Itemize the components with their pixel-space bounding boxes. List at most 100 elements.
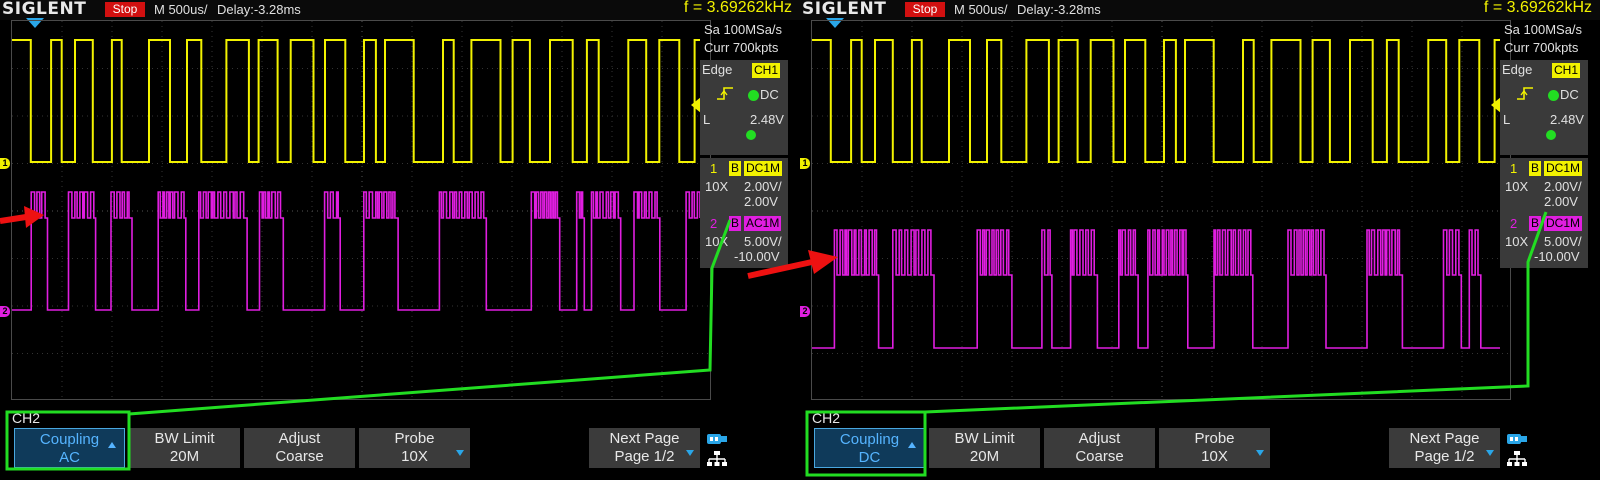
info-panel: Sa 100MSa/s Curr 700kpts Edge CH1 DC L 2…	[1500, 20, 1600, 270]
memory-depth: Curr 700kpts	[1504, 40, 1579, 55]
waveform-area	[12, 39, 700, 311]
coupling-button[interactable]: Coupling DC	[814, 428, 925, 468]
bw-limit-button[interactable]: BW Limit 20M	[129, 428, 240, 468]
timebase-readout[interactable]: M 500us/	[954, 2, 1007, 17]
probe-label: Probe	[394, 430, 435, 447]
ch1-bw-flag: B	[729, 161, 742, 176]
usb-icon	[707, 434, 727, 444]
ch2-info-box[interactable]: 2 B DC1M 10X 5.00V/ -10.00V	[1500, 213, 1588, 268]
dropdown-arrow-icon	[686, 450, 694, 456]
trigger-type: Edge	[1502, 62, 1533, 77]
menu-title: CH2	[12, 410, 41, 426]
trigger-box[interactable]: Edge CH1 DC L 2.48V	[1500, 60, 1588, 155]
frequency-readout: f = 3.69262kHz	[1483, 0, 1592, 16]
next-page-label: Next Page	[1409, 430, 1480, 447]
ch1-info-box[interactable]: 1 B DC1M 10X 2.00V/ 2.00V	[700, 158, 788, 213]
timebase-readout[interactable]: M 500us/	[154, 2, 207, 17]
ch2-scale: 5.00V/	[744, 234, 782, 249]
network-icon	[707, 451, 727, 466]
ch1-scale: 2.00V/	[1544, 179, 1582, 194]
coupling-value: DC	[858, 449, 881, 466]
run-status-badge[interactable]: Stop	[105, 2, 145, 17]
scope-screen-left: SIGLENT Stop M 500us/ Delay:-3.28ms f = …	[0, 0, 800, 480]
ch2-bw-flag: B	[1529, 216, 1542, 231]
brand-logo: SIGLENT	[2, 0, 87, 19]
next-page-value: Page 1/2	[1414, 448, 1475, 465]
trigger-level-label: L	[703, 112, 711, 127]
ch2-offset: -10.00V	[1534, 249, 1580, 264]
trigger-coupling-dot	[1548, 90, 1559, 101]
ch2-number: 2	[1510, 216, 1518, 231]
ch2-marker[interactable]: 2	[0, 306, 10, 317]
trigger-source: CH1	[1552, 63, 1581, 78]
ch1-number: 1	[1510, 161, 1518, 176]
trigger-coupling: DC	[1560, 87, 1579, 102]
trigger-source: CH1	[752, 63, 781, 78]
adjust-label: Adjust	[1078, 430, 1121, 447]
ch1-waveform	[812, 39, 1500, 163]
sample-rate: Sa 100MSa/s	[704, 22, 783, 37]
ch1-probe: 10X	[1505, 179, 1529, 194]
next-page-button[interactable]: Next Page Page 1/2	[1389, 428, 1500, 468]
waveform-area	[812, 39, 1500, 349]
adjust-value: Coarse	[1075, 448, 1124, 465]
trigger-level-label: L	[1503, 112, 1511, 127]
adjust-value: Coarse	[275, 448, 324, 465]
trigger-level-dot	[746, 130, 756, 140]
cycle-up-icon	[108, 442, 116, 448]
sample-rate: Sa 100MSa/s	[1504, 22, 1583, 37]
ch1-info-box[interactable]: 1 B DC1M 10X 2.00V/ 2.00V	[1500, 158, 1588, 213]
network-icon	[1507, 451, 1527, 466]
info-panel: Sa 100MSa/s Curr 700kpts Edge CH1 DC L 2…	[700, 20, 800, 270]
probe-label: Probe	[1194, 430, 1235, 447]
delay-readout[interactable]: Delay:-3.28ms	[1017, 2, 1101, 17]
probe-button[interactable]: Probe 10X	[359, 428, 470, 468]
status-bar: SIGLENT Stop M 500us/ Delay:-3.28ms f = …	[0, 0, 800, 20]
cycle-up-icon	[908, 442, 916, 448]
ch2-info-box[interactable]: 2 B AC1M 10X 5.00V/ -10.00V	[700, 213, 788, 268]
ch2-waveform	[12, 191, 700, 311]
bw-limit-button[interactable]: BW Limit 20M	[929, 428, 1040, 468]
ch1-coupling: DC1M	[744, 161, 783, 176]
ch2-coupling: DC1M	[1544, 216, 1583, 231]
ch1-marker[interactable]: 1	[800, 158, 810, 169]
trigger-box[interactable]: Edge CH1 DC L 2.48V	[700, 60, 788, 155]
bw-limit-value: 20M	[969, 448, 1000, 465]
ch2-probe: 10X	[705, 234, 729, 249]
adjust-label: Adjust	[278, 430, 321, 447]
status-bar: SIGLENT Stop M 500us/ Delay:-3.28ms f = …	[800, 0, 1600, 20]
coupling-value: AC	[59, 449, 80, 466]
ch1-bw-flag: B	[1529, 161, 1542, 176]
ch1-probe: 10X	[705, 179, 729, 194]
probe-value: 10X	[401, 448, 428, 465]
coupling-button[interactable]: Coupling AC	[14, 428, 125, 468]
next-page-button[interactable]: Next Page Page 1/2	[589, 428, 700, 468]
ch2-waveform	[812, 229, 1500, 349]
ch2-marker[interactable]: 2	[800, 306, 810, 317]
dropdown-arrow-icon	[456, 450, 464, 456]
ch1-marker[interactable]: 1	[0, 158, 10, 169]
probe-button[interactable]: Probe 10X	[1159, 428, 1270, 468]
bw-limit-label: BW Limit	[954, 430, 1015, 447]
ch1-number: 1	[710, 161, 718, 176]
ch1-scale: 2.00V/	[744, 179, 782, 194]
adjust-button[interactable]: Adjust Coarse	[1044, 428, 1155, 468]
bw-limit-value: 20M	[169, 448, 200, 465]
trigger-type: Edge	[702, 62, 733, 77]
trigger-coupling: DC	[760, 87, 779, 102]
ch1-waveform	[12, 39, 700, 163]
adjust-button[interactable]: Adjust Coarse	[244, 428, 355, 468]
trigger-level-dot	[1546, 130, 1556, 140]
dropdown-arrow-icon	[1256, 450, 1264, 456]
ch2-scale: 5.00V/	[1544, 234, 1582, 249]
ch2-offset: -10.00V	[734, 249, 780, 264]
trigger-coupling-dot	[748, 90, 759, 101]
run-status-badge[interactable]: Stop	[905, 2, 945, 17]
usb-icon	[1507, 434, 1527, 444]
ch2-coupling: AC1M	[744, 216, 782, 231]
probe-value: 10X	[1201, 448, 1228, 465]
delay-readout[interactable]: Delay:-3.28ms	[217, 2, 301, 17]
ch2-bw-flag: B	[729, 216, 742, 231]
menu-title: CH2	[812, 410, 841, 426]
dropdown-arrow-icon	[1486, 450, 1494, 456]
